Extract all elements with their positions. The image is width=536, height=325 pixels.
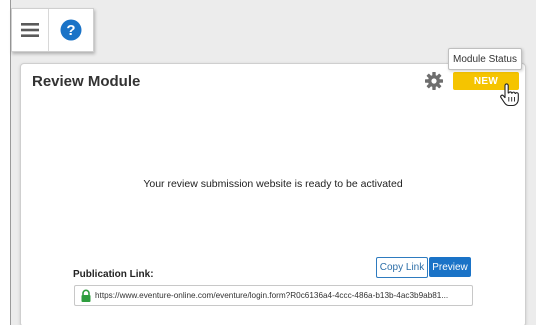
copy-link-button[interactable]: Copy Link xyxy=(376,257,428,278)
publication-link-label: Publication Link: xyxy=(73,269,154,280)
help-question-icon: ? xyxy=(60,19,82,41)
module-status-tooltip: Module Status xyxy=(448,48,522,70)
publication-link-field[interactable]: https://www.eventure-online.com/eventure… xyxy=(74,285,473,306)
card-title: Review Module xyxy=(32,73,141,90)
gear-icon[interactable] xyxy=(424,71,444,91)
lock-icon xyxy=(81,289,91,302)
review-module-card: Review Module NEW Your review submission… xyxy=(20,63,526,325)
menu-button[interactable] xyxy=(12,9,49,51)
app-window: ? Review Module NEW Your review submissi… xyxy=(0,0,536,325)
activation-message: Your review submission website is ready … xyxy=(143,178,403,190)
hamburger-menu-icon xyxy=(21,23,39,37)
preview-button[interactable]: Preview xyxy=(429,257,471,277)
publication-link-url: https://www.eventure-online.com/eventure… xyxy=(95,291,449,300)
module-status-badge[interactable]: NEW xyxy=(453,72,519,90)
help-button[interactable]: ? xyxy=(49,9,93,51)
svg-text:?: ? xyxy=(66,22,75,39)
left-edge xyxy=(0,0,11,325)
top-toolbar: ? xyxy=(11,8,94,52)
